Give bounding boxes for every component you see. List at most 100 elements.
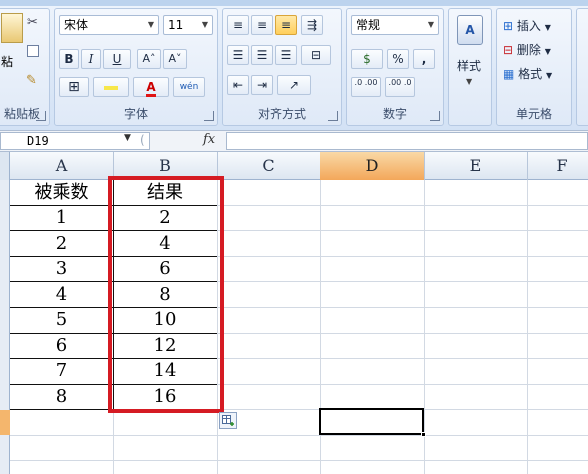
column-header-d[interactable]: D [320, 152, 425, 180]
chevron-down-icon: ▼ [201, 20, 208, 29]
delete-cells-button[interactable]: ⊟ 删除 ▼ [503, 41, 551, 58]
styles-group: A 样式 ▼ [448, 8, 492, 126]
delete-label: 删除 [516, 43, 541, 57]
delete-icon: ⊟ [503, 43, 514, 57]
highlight-box [108, 176, 224, 413]
font-size-select[interactable]: 11 ▼ [163, 15, 213, 35]
chevron-down-icon: ▼ [147, 20, 154, 29]
table-cell[interactable]: 6 [10, 333, 113, 358]
font-color-button[interactable]: A [133, 77, 169, 97]
paste-icon[interactable] [1, 13, 23, 43]
column-header-e[interactable]: E [424, 152, 528, 180]
font-group-label: 字体 [123, 107, 148, 121]
column-header-c[interactable]: C [217, 152, 321, 180]
ribbon-tab-strip [0, 0, 588, 6]
table-cell[interactable]: 5 [10, 307, 113, 332]
alignment-group-label: 对齐方式 [257, 107, 306, 121]
font-name-value: 宋体 [64, 18, 89, 32]
chevron-down-icon: ▼ [546, 71, 553, 80]
font-name-select[interactable]: 宋体 ▼ [59, 15, 159, 35]
autofill-options-icon[interactable] [219, 412, 237, 429]
format-painter-icon[interactable]: ✎ [26, 73, 37, 88]
format-cells-button[interactable]: ▦ 格式 ▼ [503, 65, 552, 82]
row-header-selected[interactable] [0, 410, 10, 435]
column-header-f[interactable]: F [527, 152, 588, 180]
orientation-icon[interactable]: ↗ [277, 75, 311, 95]
wrap-text-icon[interactable]: ⇶ [301, 15, 323, 35]
align-right-icon[interactable]: ☰ [275, 45, 297, 65]
cell-a1[interactable]: 被乘数 [10, 180, 113, 205]
font-group: 宋体 ▼ 11 ▼ B I U A˄ A˅ ⊞ A wén 字体 [54, 8, 218, 126]
table-cell[interactable]: 1 [10, 205, 113, 230]
shrink-font-button[interactable]: A˅ [163, 49, 187, 69]
font-size-value: 11 [168, 18, 184, 32]
insert-function-icon[interactable]: fx [203, 132, 215, 147]
number-group-label: 数字 [382, 107, 407, 121]
align-middle-icon[interactable]: ≡ [251, 15, 273, 35]
decrease-decimal-button[interactable]: .00 .0 [385, 77, 415, 97]
active-cell[interactable] [319, 408, 424, 435]
styles-icon[interactable]: A [457, 15, 483, 45]
italic-button[interactable]: I [81, 49, 101, 69]
underline-button[interactable]: U [103, 49, 131, 69]
formula-input[interactable] [226, 132, 588, 150]
number-group: 常规 ▼ $ % , .0 .00 .00 .0 数字 [346, 8, 444, 126]
font-color-icon: A [146, 80, 156, 97]
insert-icon: ⊞ [503, 19, 514, 33]
chevron-down-icon: ▼ [544, 23, 551, 32]
select-all-corner[interactable] [0, 152, 10, 180]
fill-color-icon [104, 85, 118, 90]
chevron-down-icon: ▼ [544, 47, 551, 56]
insert-cells-button[interactable]: ⊞ 插入 ▼ [503, 17, 551, 34]
alignment-dialog-launcher-icon[interactable] [328, 111, 338, 121]
chevron-down-icon[interactable]: ▼ [124, 133, 131, 143]
grid-line [10, 435, 588, 436]
table-cell[interactable]: 8 [10, 384, 113, 409]
fill-color-button[interactable] [93, 77, 129, 97]
table-cell[interactable]: 2 [10, 231, 113, 256]
clipboard-group: 粘 ✂ ✎ 粘贴板 [0, 8, 50, 126]
cells-group-label: 单元格 [515, 107, 552, 121]
cancel-icon[interactable]: ( [140, 133, 145, 147]
cut-icon[interactable]: ✂ [27, 15, 38, 30]
table-cell[interactable]: 3 [10, 256, 113, 281]
format-icon: ▦ [503, 67, 515, 81]
number-format-select[interactable]: 常规 ▼ [351, 15, 439, 35]
percent-button[interactable]: % [387, 49, 409, 69]
increase-decimal-button[interactable]: .0 .00 [351, 77, 381, 97]
grid-line [10, 460, 588, 461]
phonetic-button[interactable]: wén [173, 77, 205, 97]
table-cell[interactable]: 7 [10, 358, 113, 383]
decrease-indent-icon[interactable]: ⇤ [227, 75, 249, 95]
clipboard-dialog-launcher-icon[interactable] [36, 111, 46, 121]
font-dialog-launcher-icon[interactable] [204, 111, 214, 121]
chevron-down-icon: ▼ [466, 77, 473, 86]
number-format-value: 常规 [356, 18, 381, 32]
increase-indent-icon[interactable]: ⇥ [251, 75, 273, 95]
editing-group [576, 8, 588, 126]
column-header-a[interactable]: A [10, 152, 114, 180]
styles-label[interactable]: 样式 [457, 57, 481, 74]
number-dialog-launcher-icon[interactable] [430, 111, 440, 121]
cells-group: ⊞ 插入 ▼ ⊟ 删除 ▼ ▦ 格式 ▼ 单元格 [496, 8, 572, 126]
format-label: 格式 [518, 67, 543, 81]
paste-label[interactable]: 粘 [1, 53, 13, 70]
bold-button[interactable]: B [59, 49, 79, 69]
currency-icon[interactable]: $ [351, 49, 383, 69]
grow-font-button[interactable]: A˄ [137, 49, 161, 69]
border-icon[interactable]: ⊞ [59, 77, 89, 97]
comma-button[interactable]: , [413, 49, 435, 69]
insert-label: 插入 [516, 19, 541, 33]
table-cell[interactable]: 4 [10, 282, 113, 307]
align-bottom-icon[interactable]: ≡ [275, 15, 297, 35]
fill-handle[interactable] [421, 432, 426, 437]
merge-center-icon[interactable]: ⊟ [301, 45, 331, 65]
copy-icon[interactable] [27, 45, 39, 57]
chevron-down-icon: ▼ [427, 20, 434, 29]
grid-line [424, 180, 425, 474]
align-center-icon[interactable]: ☰ [251, 45, 273, 65]
grid-line [527, 180, 528, 474]
align-left-icon[interactable]: ☰ [227, 45, 249, 65]
align-top-icon[interactable]: ≡ [227, 15, 249, 35]
alignment-group: ≡ ≡ ≡ ⇶ ☰ ☰ ☰ ⊟ ⇤ ⇥ ↗ 对齐方式 [222, 8, 342, 126]
